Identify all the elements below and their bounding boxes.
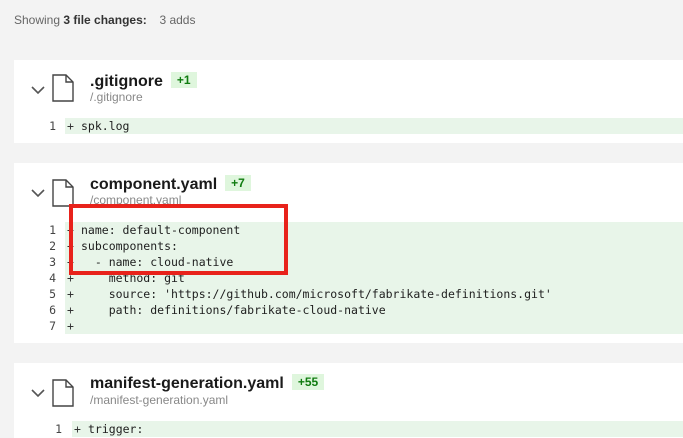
added-marker: +: [67, 119, 74, 133]
line-number: 3: [49, 255, 56, 269]
diff-line: 1 + trigger:: [14, 421, 683, 437]
line-number: 6: [49, 303, 56, 317]
line-number: 1: [55, 422, 62, 436]
file-header[interactable]: manifest-generation.yaml +55 /manifest-ge…: [14, 363, 683, 423]
line-number: 1: [49, 223, 56, 237]
file-card-component-yaml: component.yaml +7 /component.yaml 1 + nam…: [14, 163, 683, 343]
file-header[interactable]: component.yaml +7 /component.yaml: [14, 163, 683, 223]
diff-line: 2 + subcomponents:: [14, 238, 683, 254]
changes-summary: Showing 3 file changes: 3 adds: [14, 13, 195, 27]
added-marker: +: [67, 239, 74, 253]
code-text: source: 'https://github.com/microsoft/fa…: [81, 287, 552, 301]
added-marker: +: [67, 271, 74, 285]
added-line-content: + method: git: [65, 270, 683, 286]
added-line-content: + path: definitions/fabrikate-cloud-nati…: [65, 302, 683, 318]
file-card-manifest-generation: manifest-generation.yaml +55 /manifest-ge…: [14, 363, 683, 438]
chevron-down-icon[interactable]: [30, 385, 46, 401]
added-marker: +: [74, 422, 81, 436]
diff-line: 4 + method: git: [14, 270, 683, 286]
summary-adds: 3 adds: [159, 13, 196, 27]
diff-view: 1 + trigger:: [14, 421, 683, 437]
added-marker: +: [67, 255, 74, 269]
added-line-content: + name: default-component: [65, 222, 683, 238]
file-name-text: component.yaml: [90, 176, 218, 193]
file-name[interactable]: .gitignore +1: [90, 72, 197, 91]
file-name[interactable]: manifest-generation.yaml +55: [90, 374, 325, 393]
code-text: method: git: [81, 271, 185, 285]
file-name-text: .gitignore: [90, 73, 163, 90]
diff-line: 6 + path: definitions/fabrikate-cloud-na…: [14, 302, 683, 318]
added-marker: +: [67, 287, 74, 301]
code-text: name: default-component: [81, 223, 241, 237]
added-marker: +: [67, 319, 74, 333]
file-icon: [52, 179, 74, 207]
added-line-content: +: [65, 318, 683, 334]
file-path: /.gitignore: [90, 90, 143, 104]
code-text: trigger:: [88, 422, 144, 436]
additions-badge: +1: [170, 72, 197, 88]
file-name[interactable]: component.yaml +7: [90, 175, 251, 194]
file-name-text: manifest-generation.yaml: [90, 375, 284, 392]
additions-badge: +55: [291, 374, 325, 390]
file-path: /component.yaml: [90, 193, 182, 207]
diff-line: 3 + - name: cloud-native: [14, 254, 683, 270]
diff-line: 1 + name: default-component: [14, 222, 683, 238]
code-text: subcomponents:: [81, 239, 178, 253]
added-line-content: + subcomponents:: [65, 238, 683, 254]
file-path: /manifest-generation.yaml: [90, 393, 229, 407]
diff-view: 1 + name: default-component 2 + subcompo…: [14, 222, 683, 334]
additions-badge: +7: [225, 175, 251, 191]
added-line-content: + source: 'https://github.com/microsoft/…: [65, 286, 683, 302]
added-line-content: + spk.log: [65, 118, 683, 134]
line-number: 2: [49, 239, 56, 253]
line-number: 5: [49, 287, 56, 301]
file-icon: [52, 74, 74, 102]
code-text: path: definitions/fabrikate-cloud-native: [81, 303, 386, 317]
diff-view: 1 + spk.log: [14, 118, 683, 134]
code-text: spk.log: [81, 119, 130, 133]
added-marker: +: [67, 303, 74, 317]
code-text: - name: cloud-native: [81, 255, 234, 269]
summary-count: 3 file changes:: [63, 13, 147, 27]
diff-line: 5 + source: 'https://github.com/microsof…: [14, 286, 683, 302]
diff-line: 1 + spk.log: [14, 118, 683, 134]
file-card-gitignore: .gitignore +1 /.gitignore 1 + spk.log: [14, 60, 683, 143]
diff-line: 7 +: [14, 318, 683, 334]
chevron-down-icon[interactable]: [30, 82, 46, 98]
file-header[interactable]: .gitignore +1 /.gitignore: [14, 60, 683, 120]
chevron-down-icon[interactable]: [30, 185, 46, 201]
added-line-content: + trigger:: [72, 421, 683, 437]
line-number: 1: [49, 119, 56, 133]
added-line-content: + - name: cloud-native: [65, 254, 683, 270]
file-icon: [52, 379, 74, 407]
line-number: 4: [49, 271, 56, 285]
added-marker: +: [67, 223, 74, 237]
line-number: 7: [49, 319, 56, 333]
summary-prefix: Showing: [14, 13, 61, 27]
